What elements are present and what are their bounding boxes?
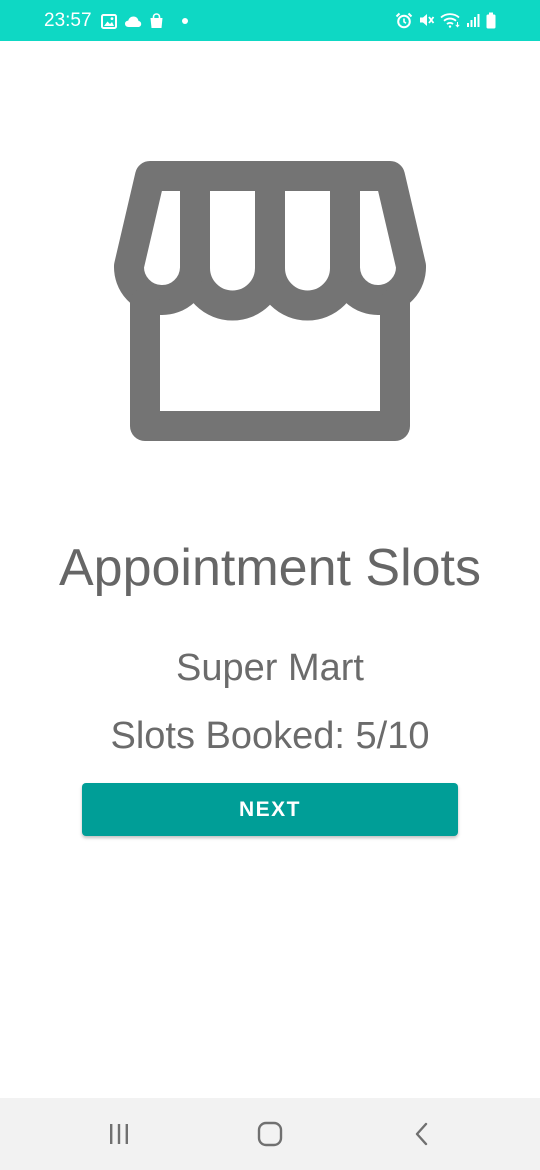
back-icon xyxy=(415,1122,428,1146)
navigation-bar xyxy=(0,1098,540,1170)
status-bar: 23:57 xyxy=(0,0,540,41)
status-notification-icons xyxy=(101,11,200,31)
cloud-icon xyxy=(125,16,142,27)
screen: 23:57 Appointment Slots Super Mart Slots… xyxy=(0,0,540,1170)
mute-icon xyxy=(420,14,435,26)
status-system-icons xyxy=(390,10,496,30)
slots-booked-text: Slots Booked: 5/10 xyxy=(110,715,430,757)
signal-icon xyxy=(467,14,480,27)
next-button[interactable]: NEXT xyxy=(82,783,458,836)
store-icon xyxy=(114,161,426,441)
image-icon xyxy=(101,13,117,29)
shopping-bag-icon xyxy=(150,13,163,28)
store-name: Super Mart xyxy=(176,647,364,689)
page-title: Appointment Slots xyxy=(58,539,482,597)
dot-icon xyxy=(182,18,188,24)
home-button[interactable] xyxy=(250,1116,290,1152)
recent-apps-button[interactable] xyxy=(99,1116,139,1152)
home-icon xyxy=(257,1121,283,1147)
wifi-icon xyxy=(440,13,460,28)
battery-icon xyxy=(486,12,496,28)
recent-apps-icon xyxy=(110,1124,128,1144)
back-button[interactable] xyxy=(402,1116,442,1152)
alarm-icon xyxy=(395,12,413,28)
status-time: 23:57 xyxy=(44,10,92,31)
